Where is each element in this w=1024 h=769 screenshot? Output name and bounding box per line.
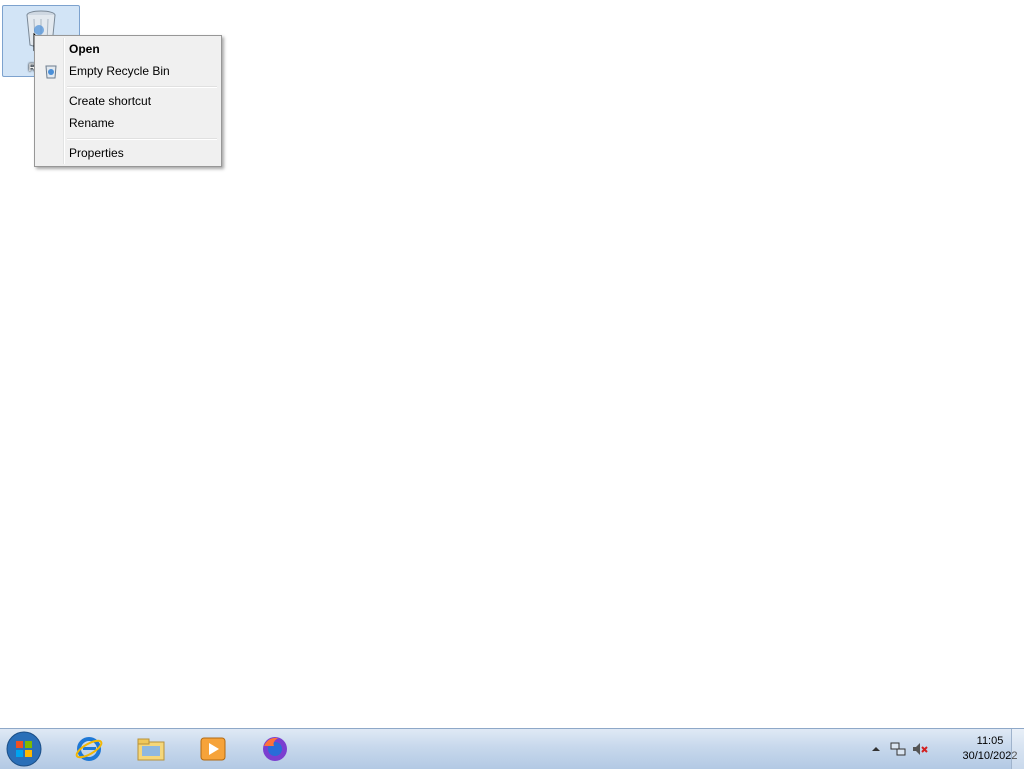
show-hidden-icons[interactable] [868, 741, 884, 757]
taskbar-media-player[interactable] [186, 731, 240, 767]
internet-explorer-icon [75, 737, 103, 761]
taskbar-internet-explorer[interactable] [62, 731, 116, 767]
menu-item-label: Properties [69, 146, 124, 160]
context-menu: Open Empty Recycle Bin Create shortcut R… [34, 35, 222, 167]
media-player-icon [200, 737, 226, 761]
system-tray: 11:05 30/10/2022 [854, 729, 1024, 769]
recycle-bin-icon [45, 65, 57, 79]
menu-item-rename[interactable]: Rename [37, 112, 219, 134]
menu-separator [67, 86, 217, 88]
network-icon[interactable] [890, 741, 906, 757]
file-explorer-icon [137, 738, 165, 761]
menu-item-label: Empty Recycle Bin [69, 64, 170, 78]
menu-item-label: Rename [69, 116, 115, 130]
show-desktop-button[interactable] [1011, 729, 1024, 769]
menu-item-empty-recycle-bin[interactable]: Empty Recycle Bin [37, 60, 219, 82]
taskbar-firefox[interactable] [248, 731, 302, 767]
windows-start-icon[interactable] [4, 730, 44, 768]
desktop[interactable]: Recy Open Empty Recycle Bin Create short… [0, 0, 1024, 728]
menu-item-create-shortcut[interactable]: Create shortcut [37, 90, 219, 112]
taskbar: 11:05 30/10/2022 [0, 728, 1024, 769]
menu-separator [67, 138, 217, 140]
volume-muted-icon[interactable] [912, 741, 928, 757]
taskbar-file-explorer[interactable] [124, 731, 178, 767]
menu-item-open[interactable]: Open [37, 38, 219, 60]
menu-item-properties[interactable]: Properties [37, 142, 219, 164]
menu-item-label: Create shortcut [69, 94, 152, 108]
menu-item-label: Open [69, 42, 100, 56]
firefox-icon [263, 737, 287, 761]
